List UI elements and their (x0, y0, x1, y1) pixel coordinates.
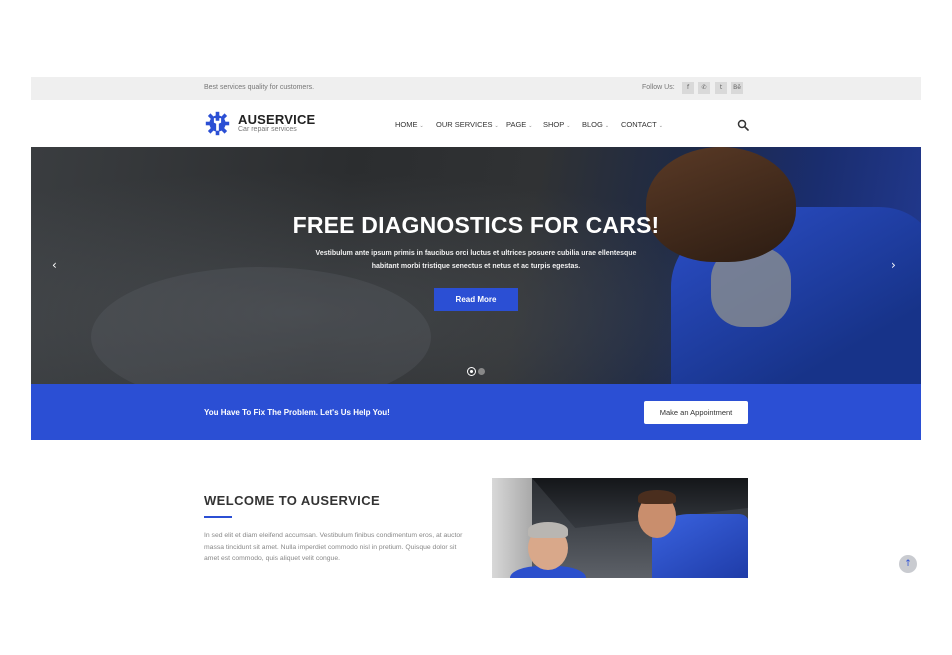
tagline: Best services quality for customers. (204, 84, 315, 91)
brand-tagline: Car repair services (238, 126, 297, 133)
nav-our-services[interactable]: OUR SERVICES ⌄ (436, 120, 499, 129)
nav-label: CONTACT (621, 120, 657, 129)
gear-wrench-logo-icon[interactable] (204, 110, 231, 137)
cta-message: You Have To Fix The Problem. Let's Us He… (204, 408, 390, 417)
chevron-down-icon: ⌄ (566, 123, 571, 129)
slider-dot[interactable] (478, 368, 485, 375)
mechanic-2-hair (638, 490, 676, 504)
mechanic-head (646, 147, 796, 262)
follow-us-label: Follow Us: (642, 84, 675, 91)
chevron-down-icon: ⌄ (419, 123, 424, 129)
title-underline (204, 516, 232, 518)
cta-banner: You Have To Fix The Problem. Let's Us He… (31, 384, 921, 440)
nav-page[interactable]: PAGE ⌄ (506, 120, 533, 129)
nav-label: PAGE (506, 120, 527, 129)
make-appointment-button[interactable]: Make an Appointment (644, 401, 748, 424)
chevron-down-icon: ⌄ (494, 123, 499, 129)
welcome-text: In sed elit et diam eleifend accumsan. V… (204, 532, 463, 562)
nav-shop[interactable]: SHOP ⌄ (543, 120, 570, 129)
hero-text: Vestibulum ante ipsum primis in faucibus… (315, 250, 637, 270)
brand-name[interactable]: AUSERVICE (238, 112, 315, 127)
chevron-down-icon: ⌄ (658, 123, 663, 129)
search-icon[interactable] (737, 119, 749, 131)
slider-dot-active[interactable] (467, 367, 476, 376)
site-header: AUSERVICE Car repair services HOME ⌄ OUR … (31, 100, 921, 147)
chevron-right-icon[interactable]: › (891, 258, 896, 272)
mechanics-photo (492, 478, 748, 578)
hero-title: FREE DIAGNOSTICS FOR CARS! (292, 212, 660, 238)
hero-slider: FREE DIAGNOSTICS FOR CARS! Vestibulum an… (31, 147, 921, 384)
nav-label: HOME (395, 120, 418, 129)
welcome-title: WELCOME TO AUSERVICE (204, 493, 381, 508)
chevron-down-icon: ⌄ (528, 123, 533, 129)
chevron-down-icon: ⌄ (604, 123, 610, 129)
top-bar: Best services quality for customers. Fol… (31, 77, 921, 100)
scroll-to-top-button[interactable]: ↑ (899, 555, 917, 573)
mechanic-1-hair (528, 522, 568, 538)
nav-contact[interactable]: CONTACT ⌄ (621, 120, 663, 129)
behance-icon[interactable]: Bē (731, 82, 743, 94)
nav-label: BLOG (582, 120, 603, 129)
nav-label: SHOP (543, 120, 565, 129)
nav-label: OUR SERVICES (436, 120, 493, 129)
facebook-icon[interactable]: f (682, 82, 694, 94)
nav-home[interactable]: HOME ⌄ (395, 120, 424, 129)
car-body (492, 478, 532, 578)
read-more-button[interactable]: Read More (434, 288, 518, 311)
whatsapp-icon[interactable]: ✆ (698, 82, 710, 94)
chevron-left-icon[interactable]: ‹ (52, 258, 57, 272)
nav-blog[interactable]: BLOG ⌄ (582, 120, 609, 129)
twitter-icon[interactable]: t (715, 82, 727, 94)
